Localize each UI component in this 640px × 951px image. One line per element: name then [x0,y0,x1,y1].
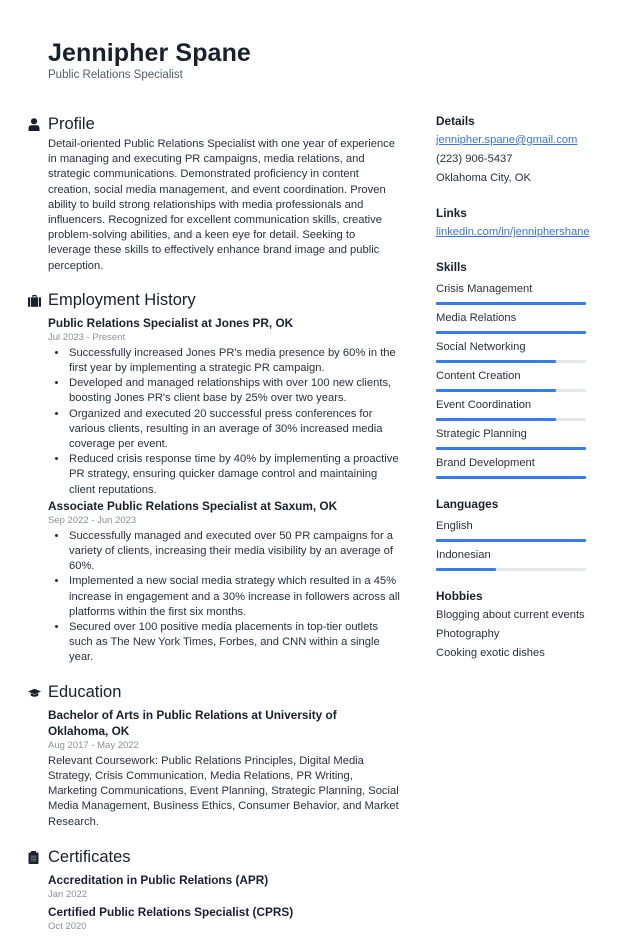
skill-item-label: Social Networking [436,341,526,353]
skill-item-level-fill [436,476,586,479]
profile-section: Profile Detail-oriented Public Relations… [28,113,400,274]
user-icon [28,117,48,131]
profile-heading: Profile [48,114,95,133]
job-bullet: Reduced crisis response time by 40% by i… [68,452,400,498]
skill-item-level-track [436,331,586,334]
certificate-entry: Accreditation in Public Relations (APR) … [48,872,400,901]
certificates-heading: Certificates [48,848,131,867]
hobby-item: Cooking exotic dishes [436,647,545,659]
clipboard-icon [28,851,48,865]
language-item-level-track [436,539,586,542]
degree-title: Bachelor of Arts in Public Relations at … [48,707,337,738]
skill-item-level-track [436,360,586,363]
skill-item-label: Content Creation [436,370,521,382]
skill-item-label: Brand Development [436,457,535,469]
job-date: Jul 2023 - Present [48,331,126,343]
hobbies-heading: Hobbies [436,589,483,603]
education-heading: Education [48,683,122,702]
skill-item-level-track [436,302,586,305]
language-item-level-fill [436,568,496,571]
education-section: Education Bachelor of Arts in Public Rel… [28,682,400,830]
skill-item-level-track [436,389,586,392]
details-section: Details jennipher.spane@gmail.com (223) … [436,113,616,188]
details-heading: Details [436,114,475,128]
skill-item: Social Networking [436,339,616,368]
location: Oklahoma City, OK [436,172,531,184]
skill-item-level-track [436,476,586,479]
job-entry: Public Relations Specialist at Jones PR,… [48,315,400,498]
phone-number: (223) 906-5437 [436,153,513,165]
job-bullets: Successfully increased Jones PR's media … [48,346,400,498]
language-item-label: Indonesian [436,549,491,561]
resume-header: Jennipher Spane Public Relations Special… [48,38,251,82]
job-bullets: Successfully managed and executed over 5… [48,529,400,666]
job-bullet: Organized and executed 20 successful pre… [68,407,400,453]
skill-item: Strategic Planning [436,426,616,455]
skill-item: Event Coordination [436,397,616,426]
skill-item-level-track [436,418,586,421]
degree-description: Relevant Coursework: Public Relations Pr… [48,754,399,828]
linkedin-link[interactable]: linkedin.com/in/jenniphershane [436,223,616,242]
languages-heading: Languages [436,497,499,511]
skill-item: Content Creation [436,368,616,397]
skill-item-label: Strategic Planning [436,428,527,440]
skill-item-label: Media Relations [436,312,517,324]
links-heading: Links [436,206,467,220]
hobbies-section: Hobbies Blogging about current events Ph… [436,588,616,663]
job-title: Public Relations Specialist at Jones PR,… [48,315,294,330]
briefcase-icon [28,294,48,308]
skill-item: Crisis Management [436,281,616,310]
certificate-title: Accreditation in Public Relations (APR) [48,872,269,887]
skill-item-level-fill [436,389,556,392]
links-section: Links linkedin.com/in/jenniphershane [436,205,616,242]
employment-section: Employment History Public Relations Spec… [28,290,400,666]
job-title: Associate Public Relations Specialist at… [48,498,338,513]
candidate-name: Jennipher Spane [48,39,251,67]
skill-item-level-fill [436,418,556,421]
language-item: Indonesian [436,547,616,576]
skill-item-label: Crisis Management [436,283,533,295]
certificate-date: Jan 2022 [48,888,88,900]
main-column: Profile Detail-oriented Public Relations… [28,113,400,951]
certificate-entry: Certified Public Relations Specialist (C… [48,904,400,933]
skills-heading: Skills [436,260,467,274]
job-date: Sep 2022 - Jun 2023 [48,514,137,526]
skill-item: Brand Development [436,455,616,484]
job-bullet: Secured over 100 positive media placemen… [68,620,400,666]
language-item: English [436,518,616,547]
candidate-title: Public Relations Specialist [48,69,183,81]
skill-item: Media Relations [436,310,616,339]
hobby-item: Blogging about current events [436,609,585,621]
skills-section: Skills Crisis Management Media Relations S… [436,259,616,484]
job-bullet: Developed and managed relationships with… [68,376,400,406]
education-entry: Bachelor of Arts in Public Relations at … [48,707,400,830]
hobby-item: Photography [436,628,500,640]
skill-item-level-track [436,447,586,450]
language-item-level-fill [436,539,586,542]
job-entry: Associate Public Relations Specialist at… [48,498,400,666]
certificate-date: Oct 2020 [48,920,87,932]
certificates-section: Certificates Accreditation in Public Rel… [28,847,400,933]
employment-heading: Employment History [48,291,196,310]
skill-item-level-fill [436,302,586,305]
profile-text: Detail-oriented Public Relations Special… [48,138,395,272]
skill-item-level-fill [436,331,586,334]
job-bullet: Implemented a new social media strategy … [68,574,400,620]
email-link[interactable]: jennipher.spane@gmail.com [436,131,616,150]
skill-item-label: Event Coordination [436,399,532,411]
degree-date: Aug 2017 - May 2022 [48,739,139,751]
language-item-level-track [436,568,586,571]
job-bullet: Successfully managed and executed over 5… [68,529,400,575]
sidebar-column: Details jennipher.spane@gmail.com (223) … [436,113,616,680]
job-bullet: Successfully increased Jones PR's media … [68,346,400,376]
language-item-label: English [436,520,473,532]
skill-item-level-fill [436,447,586,450]
certificate-title: Certified Public Relations Specialist (C… [48,904,294,919]
languages-section: Languages English Indonesian [436,496,616,576]
skill-item-level-fill [436,360,556,363]
graduation-cap-icon [28,686,48,700]
